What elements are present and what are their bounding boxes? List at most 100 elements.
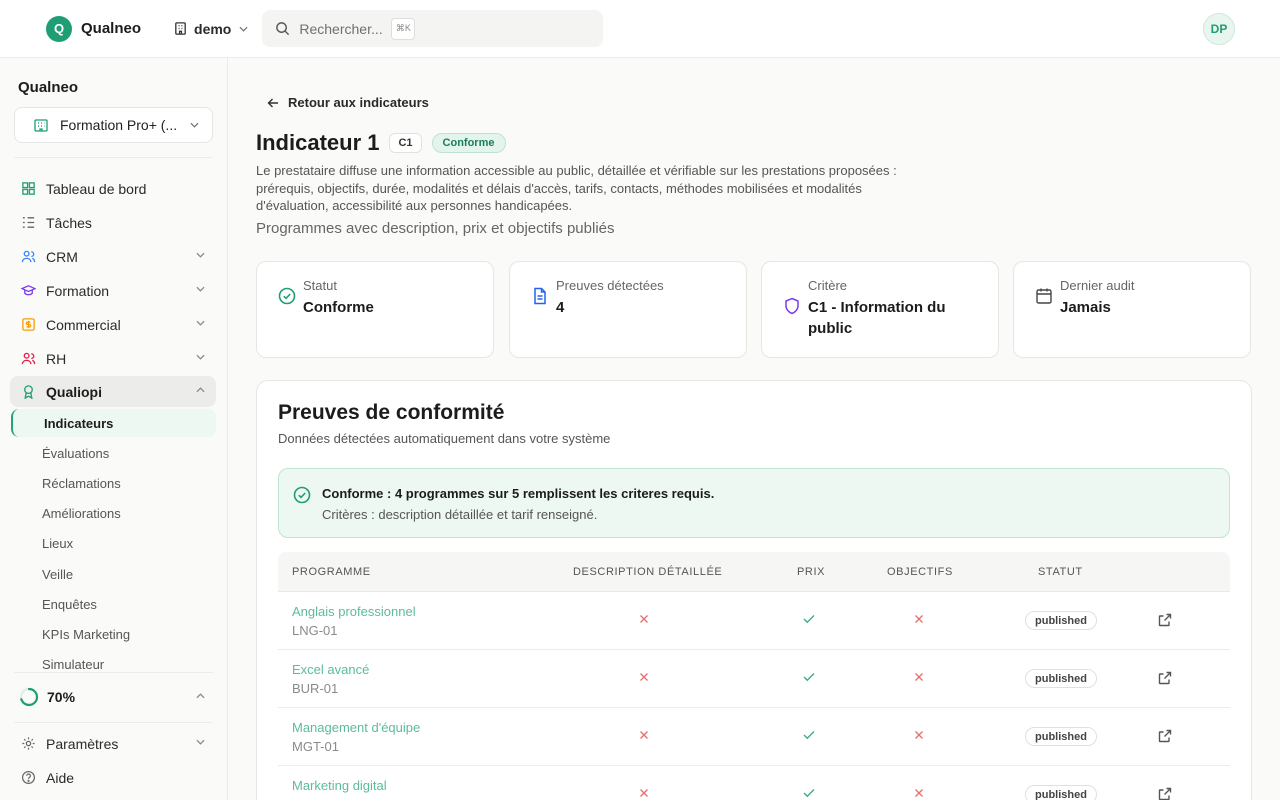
sidebar-subitem-evaluations[interactable]: Évaluations xyxy=(42,446,109,461)
check-circle-icon xyxy=(278,287,296,305)
external-link-icon[interactable] xyxy=(1158,729,1172,743)
alert-detail: Critères : description détaillée et tari… xyxy=(322,507,598,522)
table-header: PROGRAMME DESCRIPTION DÉTAILLÉE PRIX OBJ… xyxy=(278,552,1230,592)
cross-icon xyxy=(639,788,649,798)
progress-label: 70% xyxy=(47,689,76,705)
chevron-up-icon xyxy=(196,693,205,699)
sidebar-subitem-enquetes[interactable]: Enquêtes xyxy=(42,597,97,612)
table-row: Marketing digitalDIG-01published xyxy=(278,766,1230,800)
page-title: Indicateur 1 xyxy=(256,130,380,155)
table-row: Anglais professionnel LNG-01 published xyxy=(278,592,1230,650)
card-label: Preuves détectées xyxy=(556,278,664,293)
card-label: Critère xyxy=(808,278,848,293)
building-icon xyxy=(173,21,188,36)
sidebar-item-crm[interactable]: CRM xyxy=(10,241,216,272)
tasks-icon xyxy=(21,215,36,230)
organization-label: Formation Pro+ (... xyxy=(60,117,176,133)
sidebar-item-formation[interactable]: Formation xyxy=(10,275,216,306)
dashboard-icon xyxy=(21,181,36,196)
card-value: C1 - Information du public xyxy=(808,299,946,337)
program-name-link[interactable]: Anglais professionnel xyxy=(292,604,416,619)
avatar[interactable]: DP xyxy=(1203,13,1235,45)
external-link-icon[interactable] xyxy=(1158,613,1172,627)
sidebar-subitem-indicateurs[interactable]: Indicateurs xyxy=(11,409,216,437)
users-icon xyxy=(21,249,36,264)
brand[interactable]: Q Qualneo xyxy=(46,15,141,42)
check-icon xyxy=(803,672,815,682)
progress-ring xyxy=(19,687,39,707)
search-shortcut: ⌘K xyxy=(391,17,416,40)
compliance-alert: Conforme : 4 programmes sur 5 remplissen… xyxy=(278,468,1230,538)
status-badge: published xyxy=(1025,611,1097,630)
check-icon xyxy=(803,730,815,740)
panel-subtitle: Données détectées automatiquement dans v… xyxy=(278,431,611,446)
sidebar-subitem-veille[interactable]: Veille xyxy=(42,567,73,582)
sidebar-subitem-ameliorations[interactable]: Améliorations xyxy=(42,506,121,521)
sidebar-divider xyxy=(14,157,213,158)
sidebar-item-label: RH xyxy=(46,350,67,367)
top-bar: Q Qualneo demo Rechercher... ⌘K DP xyxy=(0,0,1280,58)
indicator-description: Le prestataire diffuse une information a… xyxy=(256,163,897,213)
sidebar-item-qualiopi[interactable]: Qualiopi xyxy=(10,376,216,407)
brand-logo: Q xyxy=(46,15,72,42)
table-body: Anglais professionnel LNG-01 published Exce… xyxy=(278,592,1230,800)
award-icon xyxy=(21,384,36,399)
search-placeholder: Rechercher... xyxy=(299,20,383,37)
sidebar-item-label: Tableau de bord xyxy=(46,180,147,197)
sidebar-item-label: Commercial xyxy=(46,316,121,333)
team-icon xyxy=(21,351,36,366)
back-link-label: Retour aux indicateurs xyxy=(288,95,429,110)
sidebar-item-parametres[interactable]: Paramètres xyxy=(10,728,216,759)
external-link-icon[interactable] xyxy=(1158,787,1172,800)
program-name-link[interactable]: Marketing digital xyxy=(292,778,387,793)
program-code: BUR-01 xyxy=(292,681,339,696)
title-row: Indicateur 1 C1 Conforme xyxy=(256,130,506,156)
sidebar-item-label: Formation xyxy=(46,282,110,299)
sidebar-subitem-kpis-marketing[interactable]: KPIs Marketing xyxy=(42,627,130,642)
sidebar-divider xyxy=(14,722,213,723)
indicator-subdescription: Programmes avec description, prix et obj… xyxy=(256,220,615,237)
check-circle-icon xyxy=(293,486,311,504)
sidebar-subitem-lieux[interactable]: Lieux xyxy=(42,536,73,551)
cross-icon xyxy=(639,614,649,624)
table-row: Management d'équipe MGT-01 published xyxy=(278,708,1230,766)
sidebar: Qualneo Formation Pro+ (... Tableau de b… xyxy=(0,58,228,800)
sidebar-item-dashboard[interactable]: Tableau de bord xyxy=(10,173,216,204)
programs-table: PROGRAMME DESCRIPTION DÉTAILLÉE PRIX OBJ… xyxy=(278,552,1230,800)
cross-icon xyxy=(639,730,649,740)
cross-icon xyxy=(914,614,924,624)
cross-icon xyxy=(914,672,924,682)
sidebar-item-rh[interactable]: RH xyxy=(10,343,216,374)
setup-progress[interactable]: 70% xyxy=(10,682,216,712)
document-icon xyxy=(531,287,549,305)
external-link-icon[interactable] xyxy=(1158,671,1172,685)
search-input[interactable]: Rechercher... ⌘K xyxy=(262,10,604,47)
chevron-down-icon xyxy=(196,739,205,745)
column-header-description: DESCRIPTION DÉTAILLÉE xyxy=(573,566,723,578)
sidebar-item-label: Aide xyxy=(46,769,75,786)
sidebar-item-commercial[interactable]: Commercial xyxy=(10,309,216,340)
sidebar-subitem-reclamations[interactable]: Réclamations xyxy=(42,476,121,491)
program-code: MGT-01 xyxy=(292,739,339,754)
gear-icon xyxy=(21,736,36,751)
cross-icon xyxy=(639,672,649,682)
sidebar-subitem-simulateur[interactable]: Simulateur xyxy=(42,657,104,672)
sidebar-item-aide[interactable]: Aide xyxy=(10,762,216,793)
workspace-selector[interactable]: demo xyxy=(173,21,248,37)
chevron-down-icon xyxy=(190,122,199,128)
status-badge: published xyxy=(1025,669,1097,688)
chevron-up-icon xyxy=(196,387,205,393)
calendar-icon xyxy=(1035,287,1053,305)
workspace-label: demo xyxy=(194,20,232,37)
check-icon xyxy=(803,614,815,624)
column-header-statut: STATUT xyxy=(1038,566,1083,578)
back-link[interactable]: Retour aux indicateurs xyxy=(267,95,429,110)
sidebar-item-tasks[interactable]: Tâches xyxy=(10,207,216,238)
status-card: Statut Conforme xyxy=(256,261,494,358)
sidebar-title: Qualneo xyxy=(18,79,79,96)
program-name-link[interactable]: Excel avancé xyxy=(292,662,369,677)
program-name-link[interactable]: Management d'équipe xyxy=(292,720,420,735)
organization-selector[interactable]: Formation Pro+ (... xyxy=(14,107,213,143)
evidence-card: Preuves détectées 4 xyxy=(509,261,747,358)
card-label: Statut xyxy=(303,278,337,293)
